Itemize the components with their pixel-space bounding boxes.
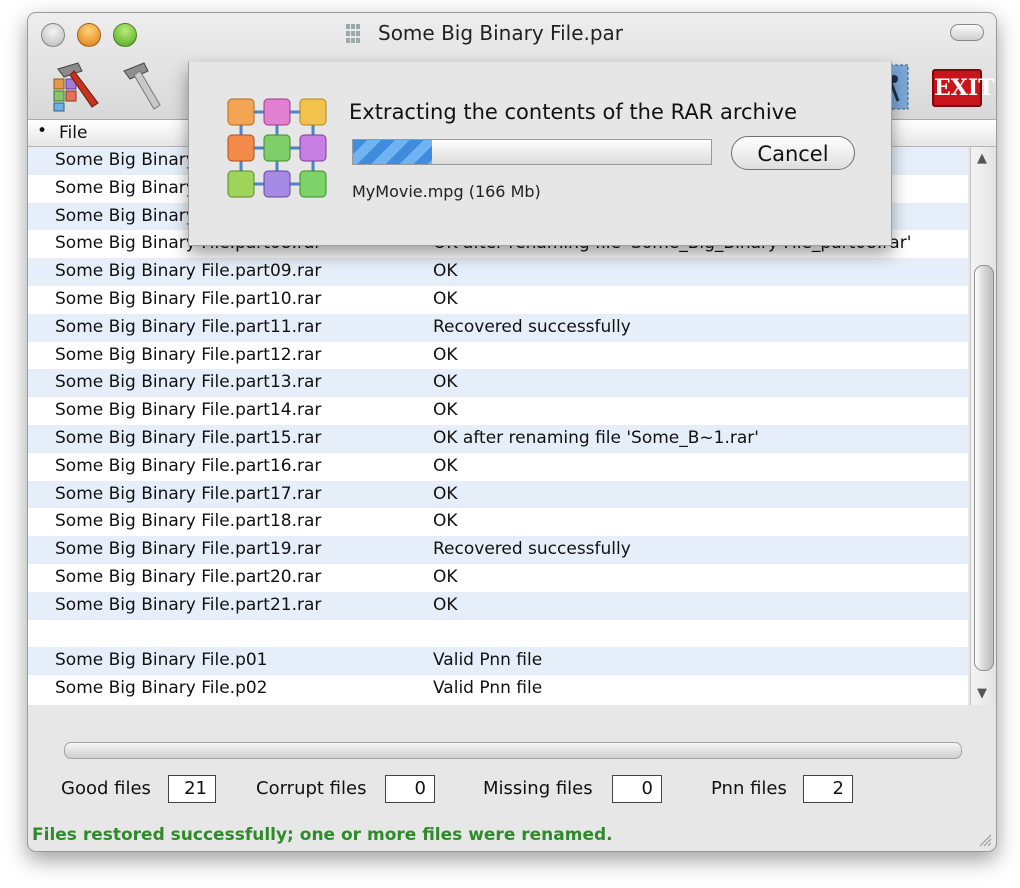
file-name-cell: Some Big Binary File.part16.rar [55,455,322,476]
file-name-cell: Some Big Binary File.p01 [55,650,268,671]
scroll-up-arrow-icon[interactable]: ▲ [977,151,987,166]
file-status-cell: Recovered successfully [433,539,631,560]
file-name-cell: Some Big Binary File.part15.rar [55,427,322,448]
file-status-cell: OK [433,400,458,421]
file-status-cell: OK [433,483,458,504]
file-status-cell: OK [433,566,458,587]
extraction-progress-bar [352,139,712,165]
table-row[interactable]: Some Big Binary File.part18.rar OK [28,508,968,536]
file-status-cell: Recovered successfully [433,316,631,337]
file-name-cell: Some Big Binary File.part09.rar [55,261,322,282]
extracting-file-info: MyMovie.mpg (166 Mb) [352,182,541,201]
corrupt-files-count: 0 [385,775,435,803]
table-row[interactable]: Some Big Binary File.part11.rar Recovered… [28,313,968,342]
file-name-cell: Some Big Binary File.part13.rar [55,372,322,393]
scroll-down-arrow-icon[interactable]: ▼ [977,686,987,701]
corrupt-files-label: Corrupt files [256,778,367,799]
file-status-cell: OK [433,288,458,309]
table-row[interactable]: Some Big Binary File.part09.rar OK [28,258,968,286]
table-row[interactable]: Some Big Binary File.part21.rar OK [28,591,968,620]
exit-button[interactable]: EXIT [932,69,995,107]
extraction-message: Extracting the contents of the RAR archi… [349,100,798,124]
table-row[interactable]: Some Big Binary File.part20.rar OK [28,564,968,592]
file-name-cell: Some Big Binary File.part18.rar [55,511,322,532]
table-row[interactable]: Some Big Binary File.part12.rar OK [28,342,968,370]
file-status-cell: OK [433,344,458,365]
table-row[interactable]: Some Big Binary File.part17.rar OK [28,480,968,509]
file-name-cell: Some Big Binary File.part19.rar [55,539,322,560]
document-icon [346,24,362,44]
file-name-cell: Some Big Binary File.part12.rar [55,344,322,365]
horizontal-scrollbar[interactable] [64,742,962,759]
hammer-grid-icon[interactable] [48,57,104,113]
stats-bar: Good files 21 Corrupt files 0 Missing fi… [28,775,996,807]
file-name-cell: Some Big Binary File.part11.rar [55,316,322,337]
table-row[interactable]: Some Big Binary File.p01 Valid Pnn file [28,647,968,676]
file-name-cell: Some Big Binary File.part21.rar [55,594,322,615]
table-row[interactable]: Some Big Binary File.p02 Valid Pnn file [28,675,968,703]
resize-grip-icon[interactable] [978,833,992,847]
missing-files-label: Missing files [483,778,593,799]
file-status-cell: Valid Pnn file [433,650,543,671]
column-options-icon[interactable]: • [37,121,47,141]
file-status-cell: OK [433,261,458,282]
scrollbar-thumb[interactable] [974,265,994,671]
missing-files-count: 0 [612,775,662,803]
file-name-cell: Some Big Binary File.part17.rar [55,483,322,504]
minimize-window-button[interactable] [77,23,101,47]
file-name-cell: Some Big Binary File.p02 [55,678,268,699]
app-window: Some Big Binary File.par EXIT • File Som… [27,12,997,852]
file-status-cell: OK after renaming file 'Some_B~1.rar' [433,427,759,448]
good-files-label: Good files [61,778,151,799]
window-title: Some Big Binary File.par [378,21,624,45]
table-row[interactable]: Some Big Binary File.part14.rar OK [28,397,968,425]
table-row-empty [28,620,968,648]
pnn-files-count: 2 [803,775,853,803]
table-row[interactable]: Some Big Binary File.part13.rar OK [28,369,968,398]
close-window-button[interactable] [41,23,65,47]
table-row[interactable]: Some Big Binary File.part19.rar Recovered… [28,536,968,564]
table-row[interactable]: Some Big Binary File.part15.rar OK after … [28,424,968,453]
status-message: Files restored successfully; one or more… [32,825,613,845]
column-header-file[interactable]: File [59,123,87,143]
table-row[interactable]: Some Big Binary File.part10.rar OK [28,286,968,314]
file-name-cell: Some Big Binary File.part14.rar [55,400,322,421]
file-status-cell: OK [433,455,458,476]
file-status-cell: Valid Pnn file [433,678,543,699]
cancel-button[interactable]: Cancel [731,136,855,170]
extraction-sheet: Extracting the contents of the RAR archi… [188,62,892,246]
zoom-window-button[interactable] [113,23,137,47]
file-name-cell: Some Big Binary File.part10.rar [55,288,322,309]
table-row[interactable]: Some Big Binary File.part16.rar OK [28,453,968,481]
file-status-cell: OK [433,594,458,615]
file-status-cell: OK [433,511,458,532]
good-files-count: 21 [168,775,216,803]
vertical-scrollbar[interactable]: ▲ ▼ [970,147,996,705]
pnn-files-label: Pnn files [711,778,787,799]
toolbar-toggle-button[interactable] [950,24,984,41]
hammer-icon[interactable] [120,61,164,111]
rar-grid-logo-icon [227,98,327,198]
file-name-cell: Some Big Binary File.part20.rar [55,566,322,587]
progress-fill [353,140,432,164]
file-status-cell: OK [433,372,458,393]
